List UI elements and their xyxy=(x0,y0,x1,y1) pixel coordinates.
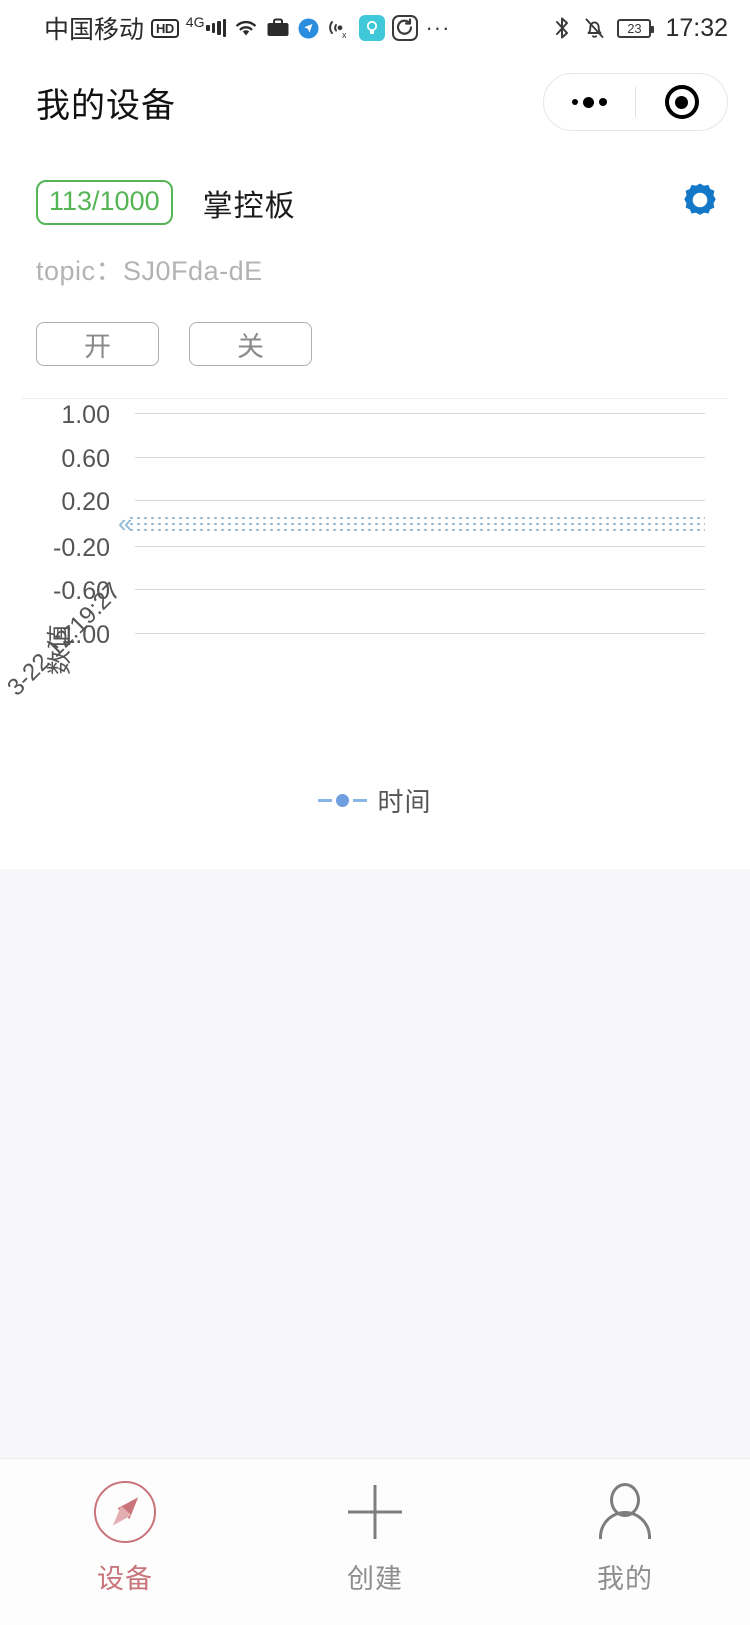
chart-series-line xyxy=(128,515,705,532)
capsule-close-button[interactable] xyxy=(636,85,727,119)
device-off-button[interactable]: 关 xyxy=(189,322,312,366)
brightness-icon xyxy=(359,15,386,41)
more-dots-icon xyxy=(572,96,607,108)
screen-rotate-icon xyxy=(392,15,419,41)
gridline-3 xyxy=(135,500,705,501)
location-off-icon: x xyxy=(327,17,352,40)
clock-label: 17:32 xyxy=(665,13,728,42)
navigation-blue-icon xyxy=(297,17,320,40)
network-type-label: 4G xyxy=(185,14,205,30)
tab-create[interactable]: 创建 xyxy=(250,1481,500,1596)
battery-icon: 23 xyxy=(617,18,655,38)
y-tick-3: 0.20 xyxy=(61,488,110,516)
tab-mine-label: 我的 xyxy=(597,1564,653,1594)
device-name: 掌控板 xyxy=(202,189,296,223)
compass-icon xyxy=(94,1481,156,1543)
device-header-row: 113/1000 掌控板 xyxy=(0,148,750,227)
tab-devices-label: 设备 xyxy=(97,1564,153,1594)
more-dots-icon: ··· xyxy=(425,15,451,40)
gridline-1 xyxy=(135,413,705,414)
device-topic: topic：SJ0Fda-dE xyxy=(36,256,263,286)
capsule-more-button[interactable] xyxy=(544,96,635,108)
bell-muted-icon xyxy=(583,15,606,41)
gridline-5 xyxy=(135,589,705,590)
bluetooth-icon xyxy=(552,15,572,41)
device-on-button[interactable]: 开 xyxy=(36,322,159,366)
target-circle-icon xyxy=(664,85,699,119)
data-chart: 数值 1.00 0.60 0.20 -0.20 -0.60 -1.00 « 3-… xyxy=(0,399,750,869)
battery-level: 23 xyxy=(627,20,642,36)
quota-badge: 113/1000 xyxy=(36,180,173,225)
chart-legend: 时间 xyxy=(0,782,750,819)
mini-program-capsule xyxy=(543,73,728,131)
nav-bar: 我的设备 xyxy=(0,56,750,148)
gridline-2 xyxy=(135,457,705,458)
wifi-icon xyxy=(233,18,259,38)
gear-icon[interactable] xyxy=(678,178,722,227)
y-tick-2: 0.60 xyxy=(61,445,110,473)
carrier-label: 中国移动 xyxy=(44,16,145,44)
gridline-6 xyxy=(135,633,705,634)
y-tick-4: -0.20 xyxy=(53,534,110,562)
device-card: 113/1000 掌控板 topic：SJ0Fda-dE 开 关 数值 1.00… xyxy=(0,148,750,869)
status-bar-left: 中国移动 HD 4G x ··· xyxy=(44,10,450,46)
tab-devices[interactable]: 设备 xyxy=(0,1481,250,1596)
status-bar: 中国移动 HD 4G x ··· 23 17:32 xyxy=(0,0,750,56)
signal-bars-icon xyxy=(206,18,227,38)
series-start-marker-icon: « xyxy=(118,508,133,538)
line-dot-marker-icon xyxy=(318,791,368,810)
person-icon xyxy=(594,1481,656,1543)
device-control-buttons: 开 关 xyxy=(0,288,750,366)
gridline-4 xyxy=(135,546,705,547)
page-background-spacer xyxy=(0,869,750,1435)
briefcase-icon xyxy=(266,17,290,39)
plus-icon xyxy=(344,1481,406,1543)
legend-label: 时间 xyxy=(377,787,432,817)
bottom-tab-bar: 设备 创建 我的 xyxy=(0,1458,750,1625)
svg-text:x: x xyxy=(342,30,347,40)
y-tick-1: 1.00 xyxy=(61,401,110,429)
hd-icon: HD xyxy=(151,18,179,38)
status-bar-right: 23 17:32 xyxy=(552,14,728,43)
tab-create-label: 创建 xyxy=(347,1564,403,1594)
page-title: 我的设备 xyxy=(36,86,176,125)
tab-mine[interactable]: 我的 xyxy=(500,1481,750,1596)
